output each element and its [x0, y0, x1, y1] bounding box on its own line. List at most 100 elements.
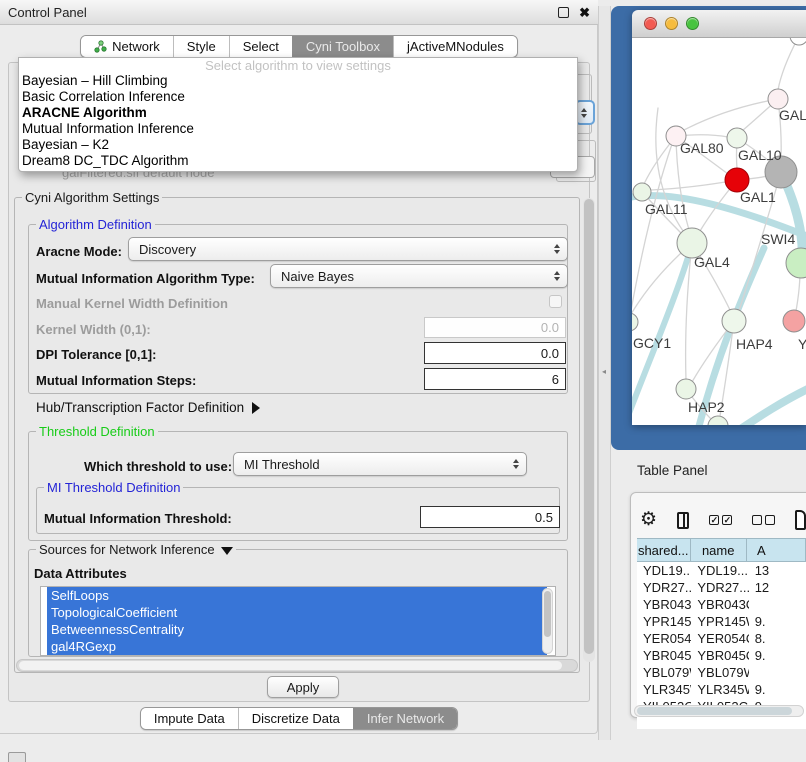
popup-item-basic-correlation[interactable]: Basic Correlation Inference [19, 89, 577, 105]
tab-select[interactable]: Select [229, 36, 292, 57]
select-all-icon[interactable]: ✓✓ [709, 515, 732, 525]
settings-vertical-scrollbar[interactable] [583, 198, 595, 662]
network-node-gal-pink[interactable] [768, 89, 788, 109]
list-item-selfloops[interactable]: SelfLoops [47, 587, 547, 604]
kernel-width-field[interactable]: 0.0 [424, 317, 566, 338]
attributes-list-scrollbar[interactable] [542, 588, 553, 654]
table-cell[interactable]: YDR27... [637, 579, 691, 596]
tab-impute-data[interactable]: Impute Data [141, 708, 238, 729]
zoom-traffic-light-icon[interactable] [686, 17, 699, 30]
network-edge[interactable] [651, 180, 737, 190]
network-edge[interactable] [778, 38, 799, 90]
float-window-icon[interactable] [558, 7, 569, 18]
network-node-swi4[interactable] [786, 248, 806, 278]
table-cell[interactable]: YDL19... [691, 562, 748, 579]
scrollbar-thumb[interactable] [584, 199, 594, 654]
export-table-icon[interactable] [795, 510, 806, 530]
column-header-partial[interactable]: A [747, 539, 806, 561]
table-cell[interactable]: 9. [749, 613, 806, 630]
table-row[interactable]: YBR043CYBR043C [637, 596, 806, 613]
table-row[interactable]: YBL079WYBL079W [637, 664, 806, 681]
list-item-gal4rgexp[interactable]: gal4RGexp [47, 638, 547, 655]
table-cell[interactable]: YDL19... [637, 562, 691, 579]
scrollbar-thumb[interactable] [19, 661, 562, 670]
mi-steps-field[interactable]: 6 [424, 368, 566, 390]
popup-item-bayesian-k2[interactable]: Bayesian – K2 [19, 137, 577, 153]
table-horizontal-scrollbar[interactable] [634, 705, 804, 717]
algorithm-combobox-fragment[interactable] [575, 100, 595, 125]
table-row[interactable]: YBR045CYBR045C9. [637, 647, 806, 664]
tab-jactivemnodules[interactable]: jActiveMNodules [393, 36, 517, 57]
table-cell[interactable]: YPR145W [691, 613, 748, 630]
table-cell[interactable]: YER054C [637, 630, 691, 647]
table-cell[interactable]: YBL079W [637, 664, 691, 681]
list-item-betweennesscentrality[interactable]: BetweennessCentrality [47, 621, 547, 638]
table-cell[interactable]: YPR145W [637, 613, 691, 630]
network-window-titlebar[interactable] [632, 10, 806, 38]
table-cell[interactable]: YLR345W [637, 681, 691, 698]
split-divider-handle-icon[interactable]: ◂ [602, 367, 609, 376]
settings-horizontal-scrollbar[interactable] [16, 659, 578, 672]
show-columns-icon[interactable] [677, 512, 689, 529]
table-cell[interactable] [749, 596, 806, 613]
table-row[interactable]: YDL19...YDL19...13 [637, 562, 806, 579]
close-icon[interactable]: ✖ [579, 7, 590, 18]
popup-item-aracne[interactable]: ARACNE Algorithm [19, 105, 577, 121]
manual-kernel-width-checkbox[interactable] [549, 295, 562, 308]
aracne-mode-combobox[interactable]: Discovery [128, 237, 568, 261]
network-node-gal11[interactable] [633, 183, 651, 201]
table-cell[interactable]: 12 [749, 579, 806, 596]
sources-title[interactable]: Sources for Network Inference [36, 542, 236, 557]
column-header-name[interactable]: name [691, 539, 747, 561]
tab-style[interactable]: Style [173, 36, 229, 57]
close-traffic-light-icon[interactable] [644, 17, 657, 30]
tab-network[interactable]: Network [81, 36, 173, 57]
network-node-hap2[interactable] [676, 379, 696, 399]
tab-infer-network[interactable]: Infer Network [353, 708, 457, 729]
docked-panel-icon[interactable] [8, 752, 26, 762]
dpi-tolerance-field[interactable]: 0.0 [424, 342, 566, 364]
expanded-arrow-icon[interactable] [221, 547, 233, 555]
minimize-traffic-light-icon[interactable] [665, 17, 678, 30]
hub-section-toggle[interactable]: Hub/Transcription Factor Definition [36, 400, 260, 415]
network-node-top-partial[interactable] [790, 38, 806, 45]
column-header-shared-name[interactable]: shared... [637, 539, 691, 561]
gear-icon[interactable]: ⚙ [640, 510, 657, 530]
table-cell[interactable]: 8. [749, 630, 806, 647]
network-node-salmon[interactable] [783, 310, 805, 332]
table-row[interactable]: YER054CYER054C8. [637, 630, 806, 647]
network-canvas[interactable]: GALGAL80GAL10GAL1GAL11GAL4SWI4GCY1HAP4YH… [632, 38, 806, 425]
mi-algorithm-type-combobox[interactable]: Naive Bayes [270, 264, 568, 288]
table-cell[interactable]: 13 [749, 562, 806, 579]
network-node-bottom-partial[interactable] [708, 416, 728, 425]
table-cell[interactable] [749, 664, 806, 681]
table-row[interactable]: YDR27...YDR27...12 [637, 579, 806, 596]
network-node-gcy1[interactable] [632, 313, 638, 331]
table-row[interactable]: YPR145WYPR145W9. [637, 613, 806, 630]
collapsed-arrow-icon[interactable] [252, 402, 260, 414]
table-cell[interactable]: YLR345W [691, 681, 748, 698]
table-cell[interactable]: YER054C [691, 630, 748, 647]
tab-cyni-toolbox[interactable]: Cyni Toolbox [292, 36, 393, 57]
popup-item-mutual-information[interactable]: Mutual Information Inference [19, 121, 577, 137]
table-cell[interactable]: 9. [749, 647, 806, 664]
table-cell[interactable]: YBL079W [691, 664, 748, 681]
table-cell[interactable]: YBR043C [691, 596, 748, 613]
network-edge[interactable] [730, 386, 806, 425]
tab-discretize-data[interactable]: Discretize Data [238, 708, 353, 729]
popup-item-dream8[interactable]: Dream8 DC_TDC Algorithm [19, 153, 577, 169]
deselect-all-icon[interactable] [752, 515, 775, 525]
scrollbar-thumb[interactable] [544, 591, 551, 637]
popup-item-bayesian-hill-climbing[interactable]: Bayesian – Hill Climbing [19, 73, 577, 89]
apply-button[interactable]: Apply [267, 676, 339, 698]
network-edge[interactable] [632, 144, 672, 322]
mi-threshold-field[interactable]: 0.5 [420, 506, 560, 528]
table-row[interactable]: YLR345WYLR345W9. [637, 681, 806, 698]
table-cell[interactable]: YBR045C [637, 647, 691, 664]
scrollbar-thumb[interactable] [637, 707, 792, 715]
table-cell[interactable]: 9. [749, 681, 806, 698]
list-item-topologicalcoefficient[interactable]: TopologicalCoefficient [47, 604, 547, 621]
which-threshold-combobox[interactable]: MI Threshold [233, 452, 527, 476]
table-cell[interactable]: YBR043C [637, 596, 691, 613]
network-edge[interactable] [684, 99, 778, 130]
